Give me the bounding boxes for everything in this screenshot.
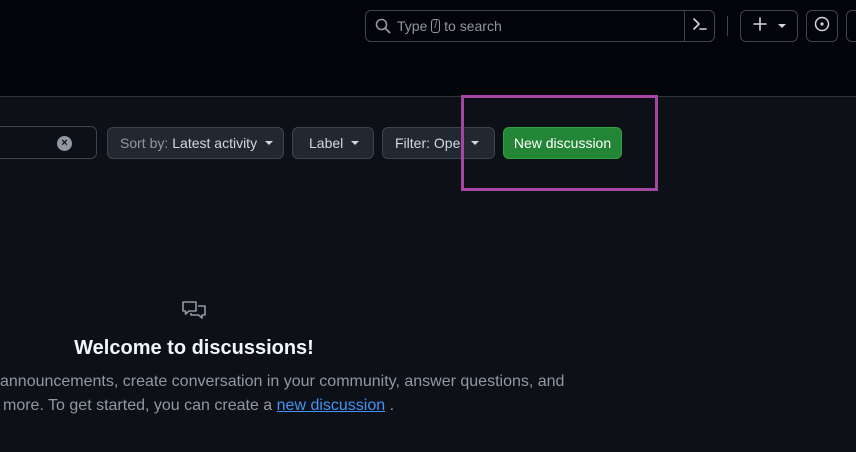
search-shortcut-key: / bbox=[431, 19, 441, 33]
blankslate-line-2: more. To get started, you can create a n… bbox=[0, 394, 564, 418]
command-palette-icon bbox=[692, 16, 708, 37]
sort-by-button[interactable]: Sort by: Latest activity bbox=[107, 127, 284, 159]
blankslate-line-1: announcements, create conversation in yo… bbox=[0, 373, 565, 390]
new-discussion-link[interactable]: new discussion bbox=[277, 397, 386, 414]
issue-opened-icon bbox=[814, 16, 830, 37]
plus-icon bbox=[752, 16, 768, 37]
highlight-box bbox=[461, 95, 658, 191]
blankslate-title: Welcome to discussions! bbox=[74, 337, 314, 359]
label-button[interactable]: Label bbox=[292, 127, 374, 159]
blankslate-line-2-prefix: more. To get started, you can create a bbox=[3, 397, 273, 414]
header-divider bbox=[727, 16, 728, 36]
blankslate-description: announcements, create conversation in yo… bbox=[0, 370, 564, 418]
create-new-button[interactable] bbox=[740, 10, 798, 42]
discussion-search-input[interactable]: × bbox=[0, 126, 97, 159]
sort-by-value: Latest activity bbox=[172, 135, 258, 151]
chevron-down-icon bbox=[778, 17, 786, 35]
search-icon bbox=[375, 18, 391, 37]
comment-discussion-icon bbox=[181, 300, 207, 329]
chevron-down-icon bbox=[351, 141, 360, 145]
issues-button[interactable] bbox=[806, 10, 838, 42]
chevron-down-icon bbox=[265, 141, 274, 145]
search-placeholder-suffix: to search bbox=[444, 18, 502, 34]
command-palette-button[interactable] bbox=[684, 10, 715, 42]
search-placeholder-prefix: Type bbox=[397, 18, 428, 34]
label-button-text: Label bbox=[309, 135, 344, 151]
clear-icon[interactable]: × bbox=[57, 136, 72, 151]
search-placeholder: Type / to search bbox=[397, 18, 502, 34]
filter-button-text: Filter: Open bbox=[395, 135, 463, 151]
search-input[interactable]: Type / to search bbox=[365, 10, 715, 42]
pull-requests-button[interactable] bbox=[846, 10, 856, 42]
sort-by-prefix: Sort by: bbox=[120, 135, 169, 151]
top-header: Type / to search bbox=[0, 0, 856, 97]
blankslate-line-2-suffix: . bbox=[389, 397, 395, 414]
